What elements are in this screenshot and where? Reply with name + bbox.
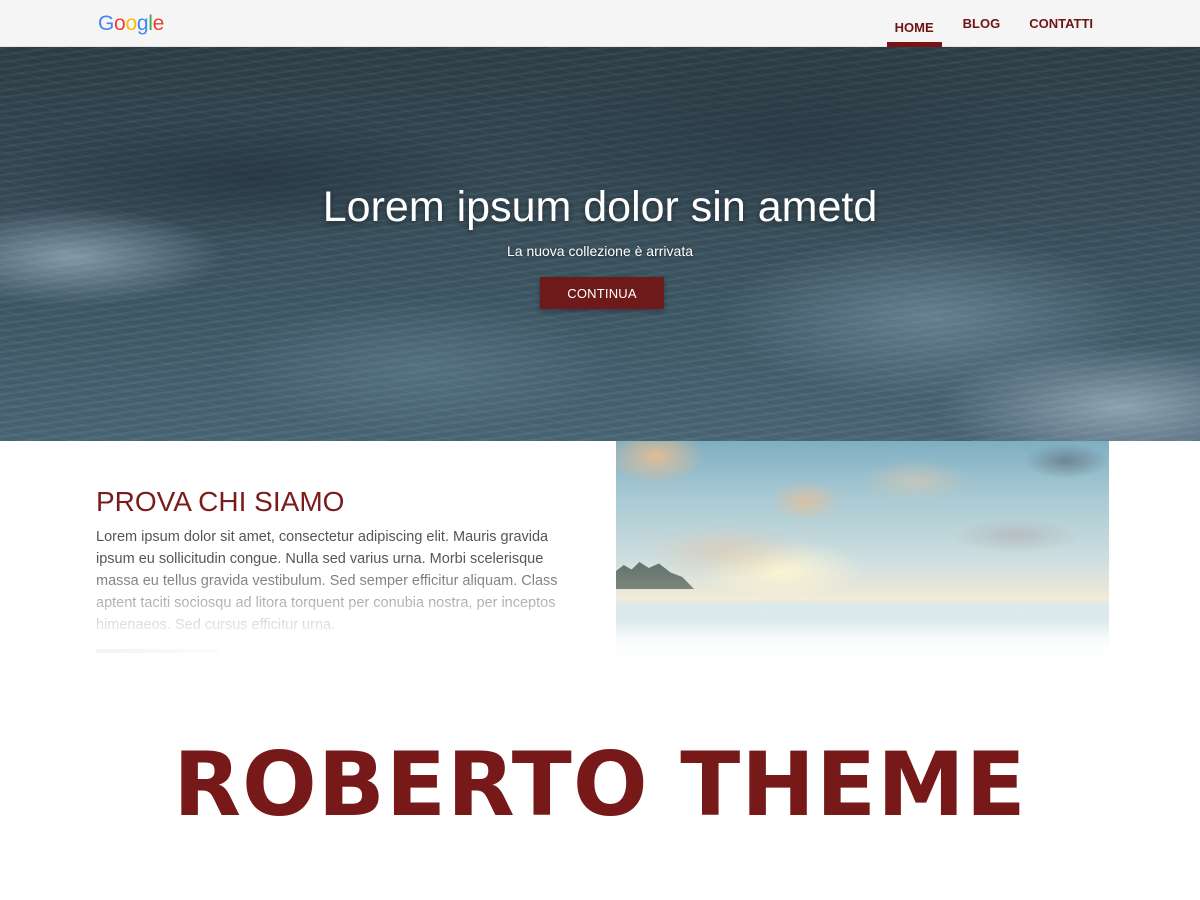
site-header: Google HOME BLOG CONTATTI xyxy=(0,0,1200,47)
logo-letter: g xyxy=(136,12,149,35)
google-logo[interactable]: Google xyxy=(98,11,164,37)
main-nav: HOME BLOG CONTATTI xyxy=(874,0,1101,47)
hero-title: Lorem ipsum dolor sin ametd xyxy=(322,183,878,231)
nav-item-blog[interactable]: BLOG xyxy=(955,0,1009,47)
hero-content: Lorem ipsum dolor sin ametd La nuova col… xyxy=(0,47,1200,441)
nav-item-home[interactable]: HOME xyxy=(886,0,942,47)
about-text: Lorem ipsum dolor sit amet, consectetur … xyxy=(96,529,558,633)
nav-item-contatti[interactable]: CONTATTI xyxy=(1021,0,1101,47)
logo-letter: e xyxy=(152,12,165,35)
hero-subtitle: La nuova collezione è arrivata xyxy=(506,243,693,259)
about-section: PROVA CHI SIAMO Lorem ipsum dolor sit am… xyxy=(0,441,1200,671)
faded-button xyxy=(96,649,220,653)
continue-button[interactable]: CONTINUA xyxy=(540,277,664,309)
logo-letter: o xyxy=(125,12,137,35)
beach-sunset-image xyxy=(616,441,1109,661)
logo-letter: G xyxy=(98,12,115,35)
logo-letter: o xyxy=(114,12,126,35)
hero-section: Lorem ipsum dolor sin ametd La nuova col… xyxy=(0,47,1200,441)
theme-name-banner: ROBERTO THEME xyxy=(173,733,1027,836)
about-text-container: Lorem ipsum dolor sit amet, consectetur … xyxy=(96,526,566,638)
image-fade-overlay xyxy=(616,441,1109,661)
about-title: PROVA CHI SIAMO xyxy=(96,486,345,517)
